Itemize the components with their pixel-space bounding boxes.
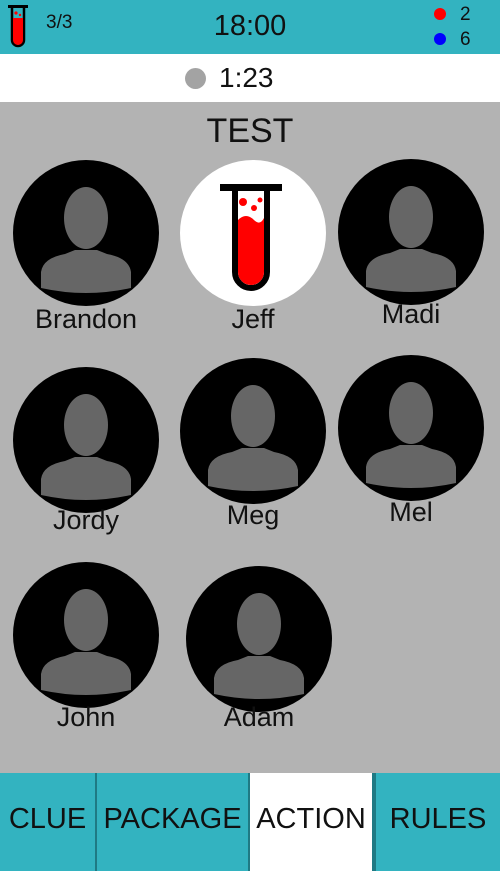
person-silhouette-icon xyxy=(13,160,159,306)
person-silhouette-icon xyxy=(186,566,332,712)
player-select-panel: TEST Brandon Jeff Madi Jordy Meg Mel Joh… xyxy=(0,102,500,774)
player-jordy[interactable]: Jordy xyxy=(13,367,159,535)
player-meg[interactable]: Meg xyxy=(180,358,326,530)
top-status-bar: 3/3 18:00 2 6 xyxy=(0,0,500,54)
player-mel[interactable]: Mel xyxy=(338,355,484,527)
tab-label: RULES xyxy=(389,803,487,835)
person-silhouette-icon xyxy=(338,159,484,305)
tab-label: PACKAGE xyxy=(103,803,242,835)
blue-dot-icon xyxy=(434,33,446,45)
player-brandon[interactable]: Brandon xyxy=(13,160,159,334)
red-dot-icon xyxy=(434,8,446,20)
red-team-score: 2 xyxy=(434,4,494,25)
person-silhouette-icon xyxy=(13,562,159,708)
timer-dot-icon xyxy=(185,68,206,89)
blue-team-score: 6 xyxy=(434,29,494,50)
player-john[interactable]: John xyxy=(13,562,159,732)
game-clock: 18:00 xyxy=(213,10,287,42)
person-silhouette-icon xyxy=(180,358,326,504)
player-name: Mel xyxy=(389,497,433,527)
panel-title: TEST xyxy=(206,112,294,150)
red-score-value: 2 xyxy=(460,4,471,25)
person-silhouette-icon xyxy=(13,367,159,513)
player-jeff[interactable]: Jeff xyxy=(180,160,326,334)
tab-label: CLUE xyxy=(8,803,87,835)
tab-label: ACTION xyxy=(256,803,366,835)
player-name: Madi xyxy=(381,299,441,329)
tab-package[interactable]: PACKAGE xyxy=(95,773,248,871)
tab-action[interactable]: ACTION xyxy=(248,773,374,871)
bottom-tab-bar: CLUE PACKAGE ACTION RULES xyxy=(0,773,500,871)
tab-rules[interactable]: RULES xyxy=(374,773,500,871)
round-timer-bar: 1:23 xyxy=(0,54,500,102)
player-adam[interactable]: Adam xyxy=(186,566,332,732)
tab-clue[interactable]: CLUE xyxy=(0,773,95,871)
player-madi[interactable]: Madi xyxy=(338,159,484,329)
blue-score-value: 6 xyxy=(460,29,471,50)
player-name: Adam xyxy=(223,702,295,732)
round-timer: 1:23 xyxy=(219,62,274,93)
person-silhouette-icon xyxy=(338,355,484,501)
test-tube-icon xyxy=(180,160,326,306)
